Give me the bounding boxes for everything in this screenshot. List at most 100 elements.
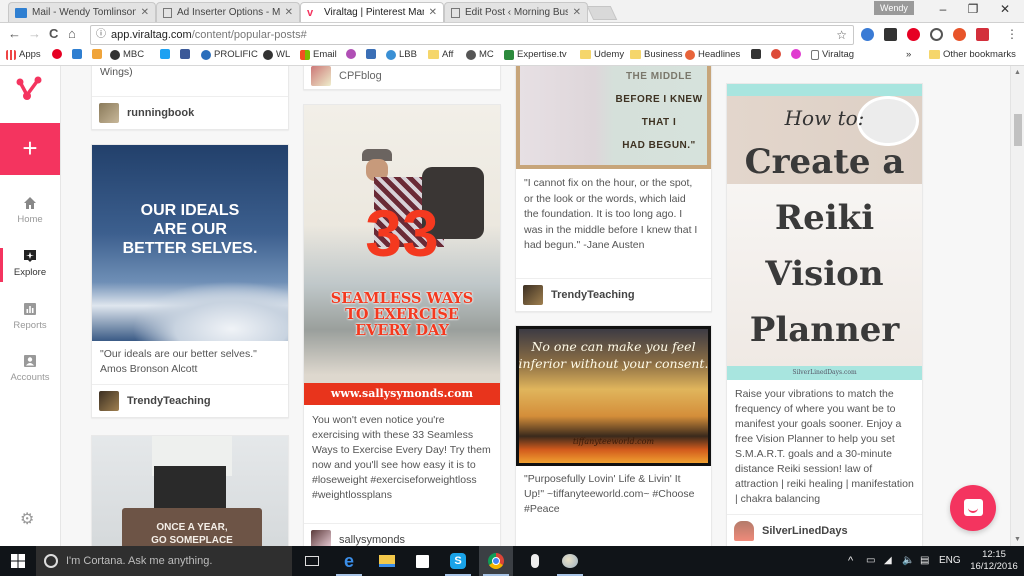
compass-icon[interactable] — [930, 28, 943, 41]
pin-card[interactable]: THE MIDDLE BEFORE I KNEW THAT I HAD BEGU… — [515, 66, 712, 312]
language-indicator[interactable]: ENG — [939, 546, 961, 576]
tray-chevron-icon[interactable]: ^ — [848, 546, 853, 576]
start-button[interactable] — [0, 546, 36, 576]
forward-button[interactable]: → — [28, 26, 41, 41]
bookmark-business[interactable]: Business — [630, 49, 683, 60]
viraltag-extension-icon[interactable] — [976, 28, 989, 41]
bookmark-other[interactable]: Other bookmarks — [929, 49, 1016, 60]
bookmark-udemy[interactable]: Udemy — [580, 49, 624, 60]
sidebar-item-reports[interactable]: Reports — [0, 302, 60, 331]
volume-icon[interactable]: 🔈 — [902, 546, 914, 576]
bookmark-mc[interactable]: MC — [466, 49, 494, 60]
sidebar-item-explore[interactable]: Explore — [0, 249, 60, 278]
back-button[interactable]: ← — [8, 26, 21, 41]
close-window-button[interactable]: ✕ — [990, 2, 1020, 16]
bookmarks-overflow[interactable]: » — [906, 49, 911, 60]
add-button[interactable]: + — [0, 123, 60, 175]
pin-card[interactable]: CPFblog — [303, 66, 501, 90]
close-tab-icon[interactable]: ✕ — [573, 7, 581, 18]
profile-badge[interactable]: Wendy — [874, 1, 914, 15]
bookmark-expertise[interactable]: Expertise.tv — [504, 49, 567, 60]
address-bar[interactable]: ⓘ app.viraltag.com/content/popular-posts… — [90, 25, 854, 45]
bookmark-wl[interactable]: WL — [263, 49, 290, 60]
bookmark-google-plus[interactable] — [771, 49, 781, 59]
battery-icon[interactable]: ▭ — [866, 546, 875, 576]
buffer-icon[interactable] — [884, 28, 897, 41]
new-tab-button[interactable] — [586, 6, 618, 20]
taskbar-chrome[interactable] — [479, 546, 513, 576]
sidebar-item-home[interactable]: Home — [0, 196, 60, 225]
pin-image[interactable]: 33 SEAMLESS WAYS TO EXERCISE EVERY DAY w… — [304, 105, 500, 405]
bookmark-mail[interactable] — [72, 49, 82, 59]
pin-card[interactable]: SilverLinedDays.com How to: Create a Rei… — [726, 83, 923, 546]
tab-mail[interactable]: Mail - Wendy Tomlinson ✕ — [8, 2, 156, 22]
pin-card[interactable]: OUR IDEALS ARE OUR BETTER SELVES. "Our i… — [91, 144, 289, 418]
scrollbar-thumb[interactable] — [1014, 114, 1022, 146]
taskbar-edge[interactable]: e — [332, 546, 366, 576]
pin-image[interactable]: ONCE A YEAR, GO SOMEPLACE — [92, 436, 288, 546]
settings-gear-icon[interactable]: ⚙ — [20, 509, 34, 529]
tab-edit-post[interactable]: Edit Post ‹ Morning Busi ✕ — [444, 2, 588, 22]
sidebar-item-accounts[interactable]: Accounts — [0, 354, 60, 383]
task-view-button[interactable] — [295, 546, 329, 576]
minimize-button[interactable]: – — [928, 2, 958, 16]
pinterest-icon[interactable] — [907, 28, 920, 41]
wifi-icon[interactable]: ◢ — [884, 546, 892, 576]
bookmark-apps[interactable]: Apps — [6, 49, 41, 60]
taskbar-paint[interactable] — [553, 546, 587, 576]
bookmark-twitter[interactable] — [160, 49, 170, 59]
bookmark-aff[interactable]: Aff — [428, 49, 453, 60]
restore-button[interactable]: ❐ — [958, 2, 988, 16]
extension-icon[interactable] — [953, 28, 966, 41]
close-tab-icon[interactable]: ✕ — [429, 7, 437, 18]
tab-ad-inserter[interactable]: Ad Inserter Options - Mo ✕ — [156, 2, 300, 22]
pin-author[interactable]: SilverLinedDays — [727, 514, 922, 546]
pin-card[interactable]: ONCE A YEAR, GO SOMEPLACE — [91, 435, 289, 546]
action-center-icon[interactable]: ▤ — [920, 546, 929, 576]
bookmark-buffer[interactable] — [751, 49, 761, 59]
bookmark-amazon[interactable] — [92, 49, 102, 59]
scroll-down-icon[interactable]: ▼ — [1014, 536, 1021, 543]
taskbar-store[interactable] — [405, 546, 439, 576]
bookmark-email[interactable]: Email — [300, 49, 337, 60]
bookmark-facebook[interactable] — [180, 49, 190, 59]
bookmark-mbc[interactable]: MBC — [110, 49, 144, 60]
pin-image[interactable]: THE MIDDLE BEFORE I KNEW THAT I HAD BEGU… — [516, 66, 711, 169]
pin-image[interactable]: No one can make you feel inferior withou… — [516, 326, 711, 466]
close-tab-icon[interactable]: ✕ — [285, 7, 293, 18]
bookmark-star-icon[interactable]: ☆ — [836, 26, 847, 44]
bookmark-prolific[interactable]: PROLIFIC — [201, 49, 258, 60]
pin-author[interactable]: TrendyTeaching — [92, 384, 288, 417]
info-icon[interactable]: ⓘ — [96, 26, 106, 44]
home-button[interactable]: ⌂ — [68, 26, 76, 41]
menu-icon[interactable]: ⋮ — [1006, 27, 1018, 41]
pin-card[interactable]: Wings) runningbook — [91, 66, 289, 130]
cortana-search-box[interactable]: I'm Cortana. Ask me anything. — [36, 546, 292, 576]
pin-author[interactable]: TrendyTeaching — [516, 278, 711, 311]
pin-card[interactable]: 33 SEAMLESS WAYS TO EXERCISE EVERY DAY w… — [303, 104, 501, 546]
bookmark-square[interactable] — [366, 49, 376, 59]
pin-image[interactable]: SilverLinedDays.com How to: Create a Rei… — [727, 84, 922, 380]
bookmark-viraltag[interactable]: Viraltag — [811, 49, 854, 60]
chat-launcher-button[interactable] — [950, 485, 996, 531]
extension-icon[interactable] — [861, 28, 874, 41]
pin-author[interactable]: CPFblog — [304, 66, 500, 91]
pin-author[interactable]: sallysymonds — [304, 523, 500, 546]
clock[interactable]: 12:15 16/12/2016 — [968, 549, 1020, 573]
reload-button[interactable]: C — [49, 26, 58, 41]
taskbar-file-explorer[interactable] — [370, 546, 404, 576]
bookmark-pink[interactable] — [791, 49, 801, 59]
close-tab-icon[interactable]: ✕ — [141, 7, 149, 18]
tab-viraltag[interactable]: v Viraltag | Pinterest Mana ✕ — [300, 2, 444, 22]
bookmark-headlines[interactable]: Headlines — [685, 49, 740, 60]
bookmark-lbb[interactable]: LBB — [386, 49, 417, 60]
page-scrollbar[interactable]: ▲ ▼ — [1010, 66, 1024, 546]
pin-author[interactable]: runningbook — [92, 96, 288, 129]
bookmark-flower[interactable] — [346, 49, 356, 59]
pin-card[interactable]: No one can make you feel inferior withou… — [515, 325, 712, 546]
taskbar-voice-recorder[interactable] — [518, 546, 552, 576]
bookmark-pinterest[interactable] — [52, 49, 62, 59]
taskbar-skype[interactable]: S — [441, 546, 475, 576]
pin-image[interactable]: OUR IDEALS ARE OUR BETTER SELVES. — [92, 145, 288, 341]
viraltag-logo[interactable] — [14, 74, 44, 109]
